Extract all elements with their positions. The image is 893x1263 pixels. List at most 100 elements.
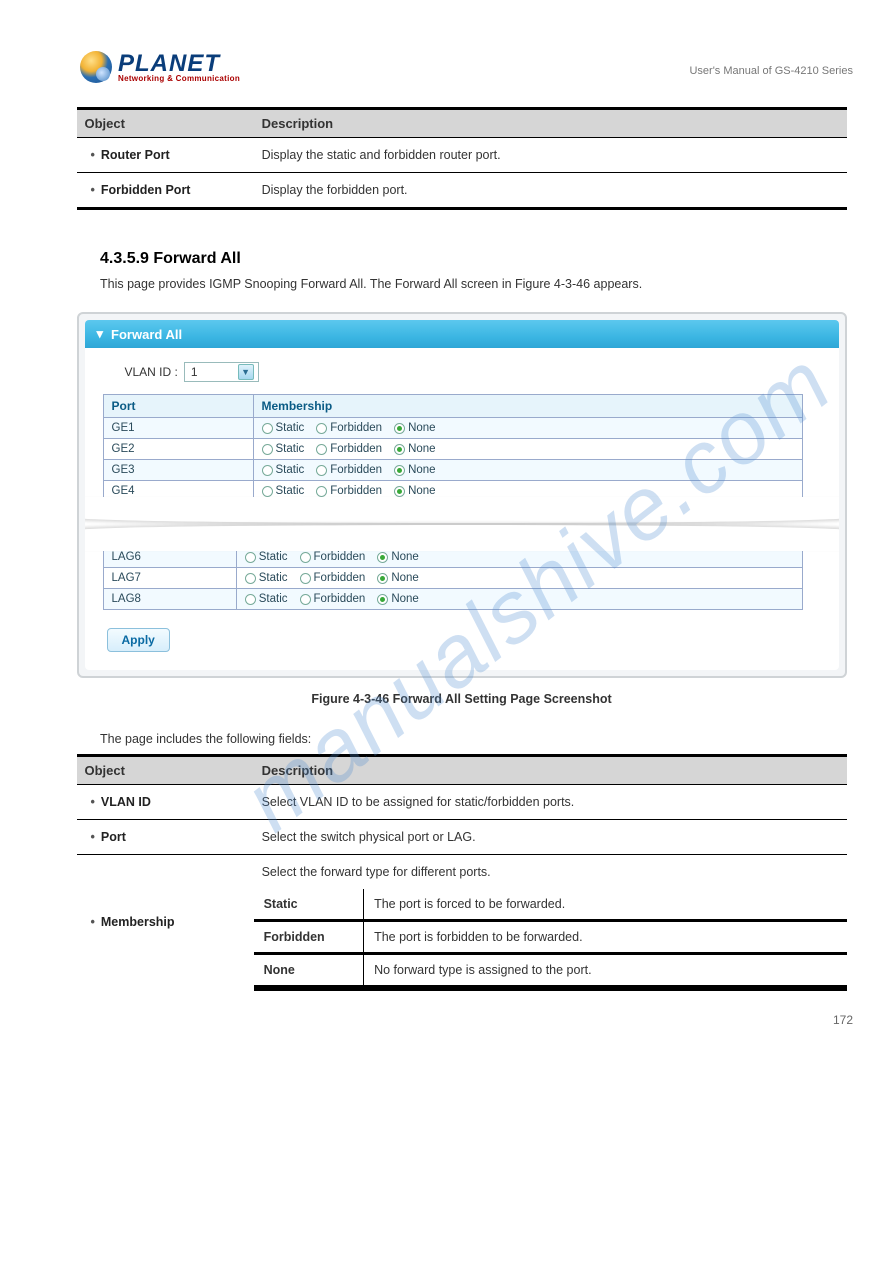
- vlan-id-value: 1: [191, 365, 198, 379]
- radio-label: Forbidden: [330, 485, 382, 497]
- fields-intro: The page includes the following fields:: [100, 732, 853, 746]
- radio-label: Static: [276, 485, 305, 497]
- radio-icon: [394, 423, 405, 434]
- radio-label: Static: [259, 593, 288, 605]
- table-row: •Forbidden Port Display the forbidden po…: [77, 173, 847, 209]
- radio-icon: [316, 444, 327, 455]
- radio-forbidden[interactable]: Forbidden: [316, 422, 382, 434]
- radio-none[interactable]: None: [377, 593, 419, 605]
- radio-label: None: [391, 593, 419, 605]
- radio-label: None: [408, 464, 436, 476]
- membership-cell: Static Forbidden None: [236, 568, 802, 589]
- radio-none[interactable]: None: [394, 464, 436, 476]
- radio-static[interactable]: Static: [245, 593, 288, 605]
- table-row: •Router Port Display the static and forb…: [77, 138, 847, 173]
- col-object: Object: [77, 109, 254, 138]
- radio-label: Forbidden: [314, 572, 366, 584]
- radio-forbidden[interactable]: Forbidden: [300, 572, 366, 584]
- obj-label: Port: [101, 830, 126, 844]
- radio-icon: [245, 552, 256, 563]
- radio-none[interactable]: None: [394, 422, 436, 434]
- table-row: GE3StaticForbiddenNone: [103, 460, 802, 481]
- radio-label: None: [408, 485, 436, 497]
- port-cell: GE1: [103, 418, 253, 439]
- radio-static[interactable]: Static: [262, 485, 305, 497]
- port-cell: LAG6: [103, 547, 236, 568]
- vlan-id-label: VLAN ID :: [125, 365, 178, 379]
- membership-cell: Static Forbidden None: [253, 460, 802, 481]
- obj-desc: Display the forbidden port.: [254, 173, 847, 209]
- brand-tagline: Networking & Communication: [118, 74, 240, 83]
- table-row: •VLAN ID Select VLAN ID to be assigned f…: [77, 785, 847, 820]
- radio-icon: [300, 594, 311, 605]
- table-row: GE2 Static Forbidden None: [103, 439, 802, 460]
- col-description: Description: [254, 756, 847, 785]
- radio-static[interactable]: Static: [262, 422, 305, 434]
- section-description: This page provides IGMP Snooping Forward…: [100, 274, 853, 294]
- radio-forbidden[interactable]: Forbidden: [316, 485, 382, 497]
- radio-none[interactable]: None: [377, 551, 419, 563]
- table-row: LAG8StaticForbiddenNone: [103, 589, 802, 610]
- membership-cell: Static Forbidden None: [253, 481, 802, 502]
- table-row: •Membership Select the forward type for …: [77, 855, 847, 890]
- radio-static[interactable]: Static: [262, 443, 305, 455]
- radio-label: Forbidden: [330, 464, 382, 476]
- radio-forbidden[interactable]: Forbidden: [316, 443, 382, 455]
- radio-none[interactable]: None: [377, 572, 419, 584]
- radio-forbidden[interactable]: Forbidden: [300, 551, 366, 563]
- membership-cell: Static Forbidden None: [253, 439, 802, 460]
- obj-desc: Select VLAN ID to be assigned for static…: [254, 785, 847, 820]
- apply-button[interactable]: Apply: [107, 628, 170, 652]
- panel-header[interactable]: ▾ Forward All: [85, 320, 839, 348]
- table-row: LAG6 Static Forbidden None: [103, 547, 802, 568]
- obj-label: Forbidden Port: [101, 183, 191, 197]
- torn-paper-gap: [85, 501, 839, 547]
- radio-none[interactable]: None: [394, 443, 436, 455]
- radio-forbidden[interactable]: Forbidden: [316, 464, 382, 476]
- radio-label: None: [391, 572, 419, 584]
- figure-caption: Figure 4-3-46 Forward All Setting Page S…: [70, 692, 853, 706]
- router-port-table: Object Description •Router Port Display …: [77, 107, 847, 210]
- port-cell: GE2: [103, 439, 253, 460]
- radio-icon: [316, 486, 327, 497]
- radio-label: Forbidden: [314, 593, 366, 605]
- section-number: 4.3.5.9 Forward All: [100, 250, 853, 268]
- col-object: Object: [77, 756, 254, 785]
- radio-icon: [262, 423, 273, 434]
- obj-label: Router Port: [101, 148, 170, 162]
- radio-icon: [262, 465, 273, 476]
- radio-static[interactable]: Static: [245, 572, 288, 584]
- radio-label: Static: [276, 464, 305, 476]
- table-row: GE4StaticForbiddenNone: [103, 481, 802, 502]
- obj-desc: Select the switch physical port or LAG.: [254, 820, 847, 855]
- obj-desc: Display the static and forbidden router …: [254, 138, 847, 173]
- radio-icon: [245, 573, 256, 584]
- port-cell: LAG7: [103, 568, 236, 589]
- radio-label: None: [391, 551, 419, 563]
- fields-table: Object Description •VLAN ID Select VLAN …: [77, 754, 847, 991]
- opt-name: Static: [254, 889, 364, 921]
- opt-text: No forward type is assigned to the port.: [364, 954, 847, 987]
- table-row: LAG7 Static Forbidden None: [103, 568, 802, 589]
- radio-label: Forbidden: [330, 443, 382, 455]
- radio-label: Static: [276, 422, 305, 434]
- radio-label: Static: [259, 551, 288, 563]
- radio-static[interactable]: Static: [262, 464, 305, 476]
- table-row: •Port Select the switch physical port or…: [77, 820, 847, 855]
- radio-icon: [394, 465, 405, 476]
- radio-forbidden[interactable]: Forbidden: [300, 593, 366, 605]
- radio-icon: [316, 423, 327, 434]
- radio-label: Forbidden: [330, 422, 382, 434]
- radio-icon: [377, 594, 388, 605]
- radio-label: None: [408, 443, 436, 455]
- planet-globe-icon: [80, 51, 112, 83]
- vlan-id-select[interactable]: 1 ▼: [184, 362, 259, 382]
- table-row: GE1 Static Forbidden None: [103, 418, 802, 439]
- radio-icon: [377, 552, 388, 563]
- col-description: Description: [254, 109, 847, 138]
- radio-static[interactable]: Static: [245, 551, 288, 563]
- col-port: Port: [103, 395, 253, 418]
- opt-text: The port is forced to be forwarded.: [364, 889, 847, 921]
- radio-none[interactable]: None: [394, 485, 436, 497]
- opt-name: None: [254, 954, 364, 987]
